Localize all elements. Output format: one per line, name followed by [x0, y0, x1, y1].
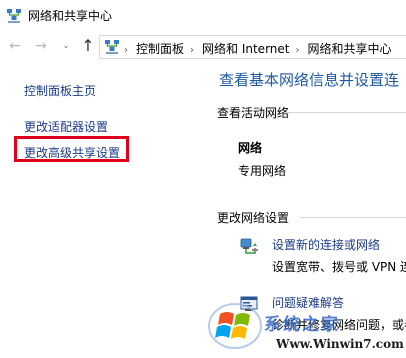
new-connection-icon — [238, 236, 260, 258]
breadcrumb-control-panel[interactable]: 控制面板 — [136, 42, 184, 56]
network-sharing-icon — [6, 8, 22, 24]
section-divider — [300, 217, 406, 218]
troubleshoot-link[interactable]: 问题疑难解答 — [272, 294, 344, 311]
network-sharing-icon — [104, 39, 120, 55]
left-nav-pane: 控制面板主页 更改适配器设置 更改高级共享设置 — [0, 62, 210, 358]
task-new-connection: 设置新的连接或网络 设置宽带、拨号或 VPN 连 — [210, 234, 406, 274]
troubleshoot-desc: 诊断并修复网络问题，或者 — [272, 318, 406, 332]
change-adapter-settings-link[interactable]: 更改适配器设置 — [24, 118, 108, 135]
task-troubleshoot: 问题疑难解答 诊断并修复网络问题，或者 — [210, 292, 406, 332]
page-title: 查看基本网络信息并设置连 — [219, 71, 400, 89]
section-divider — [284, 112, 406, 113]
control-panel-home-link[interactable]: 控制面板主页 — [24, 82, 96, 99]
change-settings-heading: 更改网络设置 — [217, 211, 290, 225]
network-name: 网络 — [238, 141, 263, 155]
breadcrumb-network-internet[interactable]: 网络和 Internet — [202, 42, 289, 56]
setup-new-connection-desc: 设置宽带、拨号或 VPN 连 — [272, 260, 406, 274]
address-bar[interactable]: › 控制面板 › 网络和 Internet › 网络和共享中心 — [99, 35, 406, 59]
network-type-link[interactable]: 专用网络 — [238, 162, 286, 179]
breadcrumb-sharing-center[interactable]: 网络和共享中心 — [307, 42, 391, 56]
up-arrow-icon[interactable]: ↑ — [80, 38, 96, 54]
back-arrow-icon[interactable]: ← — [7, 38, 23, 54]
breadcrumb-separator[interactable]: › — [124, 45, 128, 56]
active-networks-heading: 查看活动网络 — [217, 106, 290, 120]
address-bar-row: ← → ⌄ ↑ › 控制面板 › 网络和 Internet › 网络和共享中心 — [0, 32, 406, 62]
breadcrumb-separator[interactable]: › — [190, 45, 194, 56]
breadcrumb: › 控制面板 › 网络和 Internet › 网络和共享中心 — [124, 40, 392, 57]
main-content: 查看基本网络信息并设置连 查看活动网络 网络 专用网络 更改网络设置 设置新的连… — [210, 62, 406, 358]
setup-new-connection-link[interactable]: 设置新的连接或网络 — [272, 236, 380, 253]
forward-arrow-icon[interactable]: → — [33, 38, 49, 54]
recent-locations-icon[interactable]: ⌄ — [58, 38, 74, 54]
breadcrumb-separator[interactable]: › — [295, 45, 299, 56]
title-bar: 网络和共享中心 — [0, 0, 406, 32]
troubleshoot-icon — [238, 294, 260, 316]
window-title: 网络和共享中心 — [28, 9, 113, 23]
highlight-box — [14, 136, 129, 162]
